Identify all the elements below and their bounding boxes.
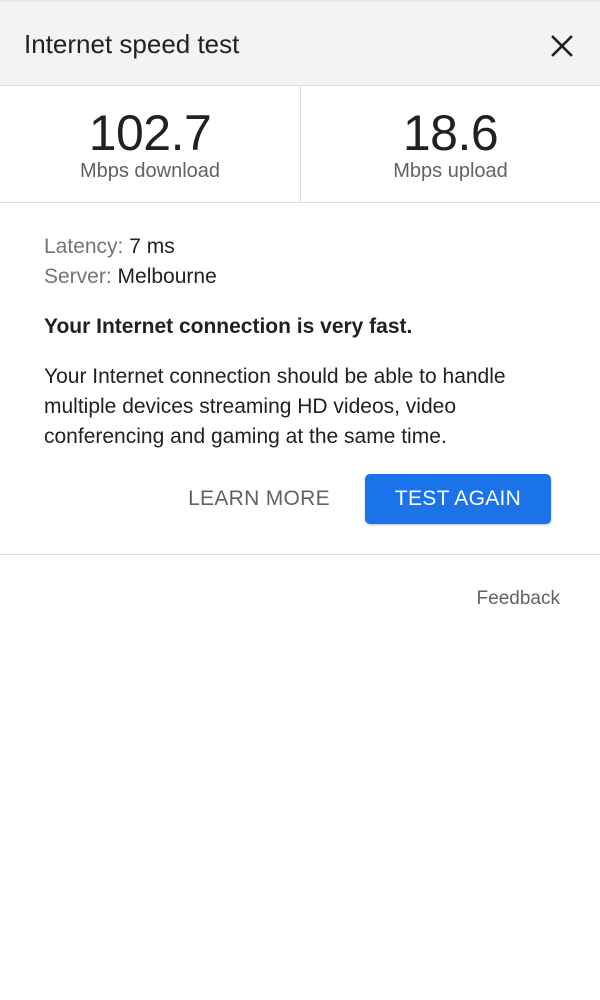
upload-speed-value: 18.6 [402,105,499,161]
speed-test-panel: Internet speed test 102.7 Mbps download … [0,0,600,1000]
download-result: 102.7 Mbps download [0,86,300,202]
close-icon [551,35,573,57]
connection-description: Your Internet connection should be able … [44,365,506,448]
download-speed-unit: Mbps download [79,160,221,182]
server-label: Server: [44,265,112,288]
latency-value: 7 ms [129,235,175,258]
feedback-link[interactable]: Feedback [440,586,560,612]
server-line: Server: Melbourne [44,262,564,292]
latency-label: Latency: [44,235,124,258]
download-speed-value: 102.7 [88,105,212,161]
latency-line: Latency: 7 ms [44,232,564,262]
test-again-button[interactable]: TEST AGAIN [365,474,551,524]
section-divider [0,554,600,555]
panel-title: Internet speed test [24,29,240,59]
connection-details: Latency: 7 ms Server: Melbourne [44,232,564,292]
panel-header: Internet speed test [0,0,600,86]
server-value: Melbourne [117,265,217,288]
close-button[interactable] [544,28,580,64]
speed-results: 102.7 Mbps download 18.6 Mbps upload [0,86,600,203]
learn-more-button[interactable]: LEARN MORE [176,474,342,524]
upload-result: 18.6 Mbps upload [300,86,600,202]
connection-verdict: Your Internet connection is very fast. [44,315,413,338]
upload-speed-unit: Mbps upload [393,160,508,182]
